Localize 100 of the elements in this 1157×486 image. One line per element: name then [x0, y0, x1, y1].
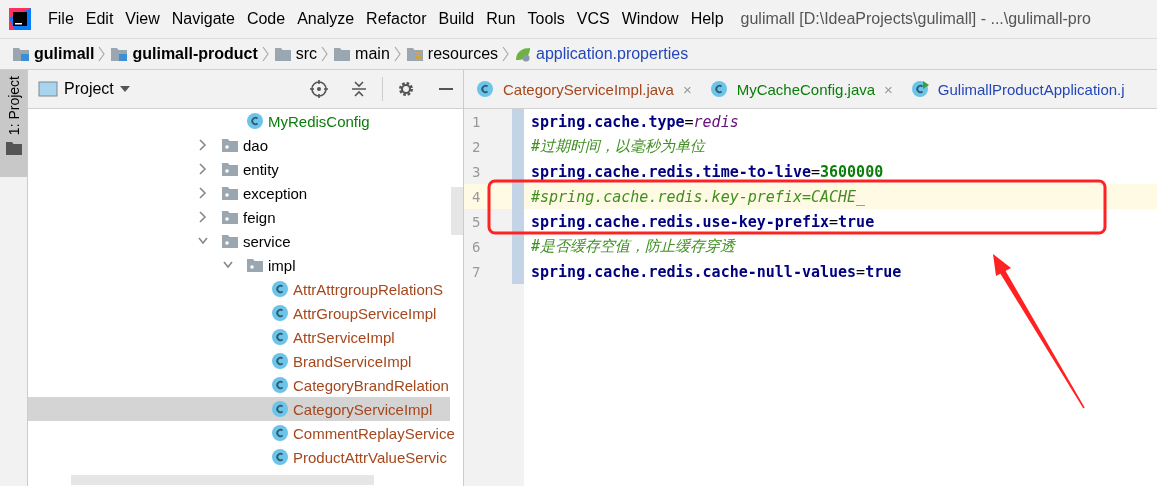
tree-item[interactable]: dao	[28, 133, 450, 157]
class-icon	[271, 424, 289, 442]
tree-item[interactable]: exception	[28, 181, 450, 205]
code-line: #是否缓存空值，防止缓存穿透	[530, 236, 737, 257]
tree-item[interactable]: impl	[28, 253, 450, 277]
class-icon	[271, 352, 289, 370]
menu-item[interactable]: Tools	[522, 10, 570, 28]
line-number: 1	[471, 112, 482, 132]
class-icon	[476, 80, 494, 98]
menu-item[interactable]: VCS	[571, 10, 615, 28]
package-folder-icon	[221, 209, 239, 225]
tree-item-label: ProductAttrValueServic	[293, 448, 447, 466]
tree-item[interactable]: AttrGroupServiceImpl	[28, 301, 450, 325]
class-icon	[271, 448, 289, 466]
folder-icon	[5, 141, 22, 156]
class-icon	[271, 376, 289, 394]
leaf-icon	[514, 46, 533, 62]
module-folder-icon	[110, 46, 129, 62]
tree-item-label: CommentReplayService	[293, 424, 455, 442]
class-icon	[271, 328, 289, 346]
chevron-right-icon[interactable]	[198, 187, 208, 199]
menu-item[interactable]: Code	[241, 10, 291, 28]
code-line: spring.cache.redis.time-to-live=3600000	[530, 161, 885, 183]
tree-item[interactable]: CategoryServiceImpl	[28, 397, 450, 421]
chevron-right-icon[interactable]	[198, 139, 208, 151]
chevron-icon	[261, 45, 270, 63]
menu-item[interactable]: Window	[616, 10, 684, 28]
class-icon	[271, 400, 289, 418]
tree-item-label: feign	[243, 208, 276, 226]
menu-item[interactable]: Run	[481, 10, 521, 28]
tree-item-label: impl	[268, 256, 296, 274]
tree-item-label: CategoryServiceImpl	[293, 400, 433, 418]
settings-icon[interactable]	[397, 80, 415, 98]
chevron-right-icon[interactable]	[198, 163, 208, 175]
chevron-down-icon[interactable]	[223, 259, 233, 271]
resources-folder-icon	[405, 46, 424, 62]
app-logo-icon[interactable]	[9, 8, 31, 30]
class-icon	[271, 280, 289, 298]
line-number: 7	[471, 262, 482, 282]
window-title: gulimall [D:\IdeaProjects\gulimall] - ...\gulimall-pro	[740, 10, 1091, 28]
breadcrumb-item[interactable]: resources	[427, 45, 499, 63]
line-number: 4	[464, 184, 512, 209]
module-folder-icon	[12, 46, 30, 62]
collapse-icon[interactable]	[350, 80, 368, 98]
tree-item[interactable]: CategoryBrandRelation	[28, 373, 450, 397]
chevron-icon	[502, 45, 511, 63]
tree-item[interactable]: service	[28, 229, 450, 253]
tree-item-label: CategoryBrandRelation	[293, 376, 449, 394]
tab-label: CategoryServiceImpl.java	[503, 80, 674, 98]
project-tool-button[interactable]: 1: Project	[0, 70, 27, 177]
breadcrumb-item[interactable]: main	[355, 45, 390, 63]
menu-item[interactable]: File	[43, 10, 79, 28]
code-line: spring.cache.redis.use-key-prefix=true	[530, 211, 876, 233]
class-icon	[246, 112, 264, 130]
tree-item-label: AttrAttrgroupRelationS	[293, 280, 444, 298]
tab-label: MyCacheConfig.java	[736, 80, 876, 98]
tree-item-label: exception	[243, 184, 308, 202]
menu-item[interactable]: View	[120, 10, 165, 28]
menu-item[interactable]: Edit	[80, 10, 119, 28]
tree-item-label: service	[243, 232, 291, 250]
line-number: 3	[471, 162, 482, 182]
chevron-down-icon[interactable]	[198, 235, 208, 247]
class-icon	[910, 80, 929, 98]
menu-item[interactable]: Refactor	[361, 10, 432, 28]
editor-tab[interactable]: CategoryServiceImpl.java ×	[476, 80, 692, 98]
scrollbar-thumb[interactable]	[451, 187, 463, 235]
menu-item[interactable]: Navigate	[166, 10, 240, 28]
menu-item[interactable]: Help	[685, 10, 729, 28]
panel-title[interactable]: Project	[64, 80, 114, 98]
chevron-icon	[98, 45, 107, 63]
line-number: 6	[471, 237, 482, 257]
tree-item[interactable]: BrandServiceImpl	[28, 349, 450, 373]
breadcrumb-item[interactable]: src	[295, 45, 318, 63]
menu-item[interactable]: Build	[433, 10, 480, 28]
scrollbar-thumb[interactable]	[71, 475, 374, 485]
breadcrumb-item[interactable]: gulimall-product	[132, 45, 258, 63]
package-folder-icon	[246, 257, 264, 273]
tree-item-label: AttrGroupServiceImpl	[293, 304, 437, 322]
line-number: 2	[471, 137, 482, 157]
code-line: spring.cache.type=redis	[530, 111, 740, 133]
tree-item[interactable]: MyRedisConfig	[28, 109, 450, 133]
code-line: #过期时间，以毫秒为单位	[530, 136, 707, 157]
breadcrumb-item[interactable]: application.properties	[536, 45, 689, 63]
tree-item[interactable]: entity	[28, 157, 450, 181]
folder-icon	[333, 46, 352, 62]
tree-item[interactable]: AttrServiceImpl	[28, 325, 450, 349]
tree-item-label: AttrServiceImpl	[293, 328, 395, 346]
tree-item[interactable]: AttrAttrgroupRelationS	[28, 277, 450, 301]
tree-item-label: MyRedisConfig	[268, 112, 370, 130]
window-icon	[38, 81, 58, 97]
chevron-icon	[321, 45, 330, 63]
chevron-icon	[393, 45, 402, 63]
editor-tab[interactable]: MyCacheConfig.java ×	[709, 80, 893, 98]
crosshair-icon[interactable]	[310, 80, 328, 98]
tree-item[interactable]: feign	[28, 205, 450, 229]
tree-item[interactable]: ProductAttrValueServic	[28, 445, 450, 469]
caret-icon[interactable]	[119, 86, 130, 92]
menu-item[interactable]: Analyze	[292, 10, 360, 28]
breadcrumb-item[interactable]: gulimall	[34, 45, 95, 63]
chevron-right-icon[interactable]	[198, 211, 208, 223]
